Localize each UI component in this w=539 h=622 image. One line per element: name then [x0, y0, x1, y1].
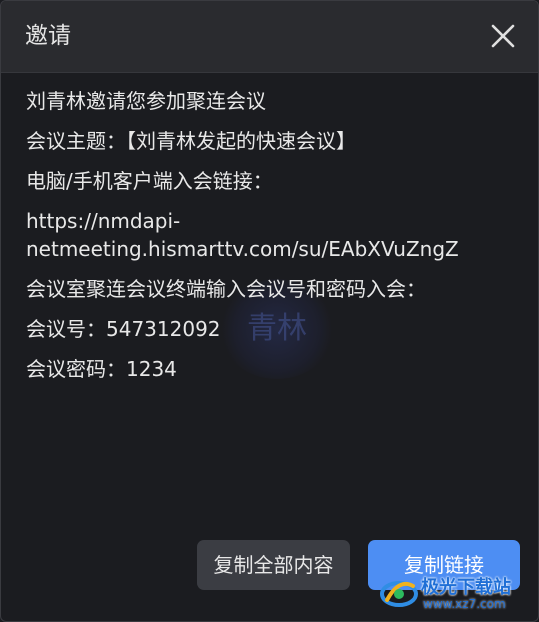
invite-dialog: 邀请 青林 刘青林邀请您参加聚连会议 会议主题：【刘青林发起的快速会议】 电脑/…: [0, 0, 539, 622]
invite-content: 刘青林邀请您参加聚连会议 会议主题：【刘青林发起的快速会议】 电脑/手机客户端入…: [26, 87, 516, 395]
copy-all-button[interactable]: 复制全部内容: [197, 540, 350, 590]
invite-line-inviter: 刘青林邀请您参加聚连会议: [26, 89, 266, 113]
meeting-password: 会议密码：1234: [26, 357, 177, 381]
meeting-id: 会议号：547312092: [26, 317, 221, 341]
invite-line-terminal: 会议室聚连会议终端输入会议号和密码入会：: [26, 277, 426, 301]
dialog-title: 邀请: [25, 23, 71, 49]
invite-link-part1: https://nmdapi-: [26, 209, 181, 233]
invite-line-topic: 会议主题：【刘青林发起的快速会议】: [26, 129, 356, 153]
copy-link-button[interactable]: 复制链接: [368, 540, 520, 590]
dialog-titlebar: 邀请: [1, 1, 538, 73]
invite-link-part2: netmeeting.hismarttv.com/su/EAbXVuZngZ: [26, 237, 459, 261]
corner-watermark-url: www.xz7.com: [423, 597, 506, 611]
invite-link: https://nmdapi- netmeeting.hismarttv.com…: [26, 207, 516, 263]
invite-line-link-label: 电脑/手机客户端入会链接：: [26, 169, 273, 193]
close-icon: [491, 24, 515, 48]
close-button[interactable]: [490, 23, 516, 49]
